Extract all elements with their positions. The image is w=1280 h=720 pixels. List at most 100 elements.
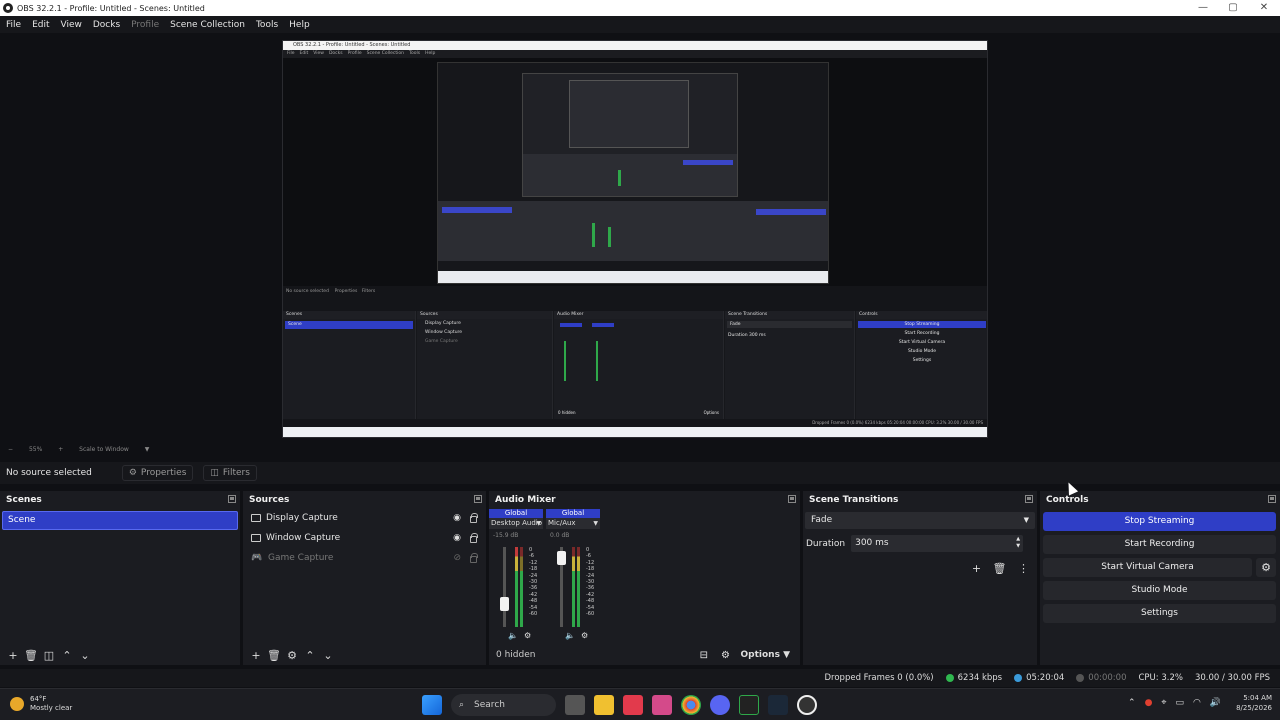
chrome-icon[interactable] [681, 695, 701, 715]
lock-icon[interactable] [470, 533, 478, 543]
scale-mode-dropdown-icon[interactable]: ▼ [145, 446, 150, 453]
lock-icon[interactable] [470, 553, 478, 563]
preview-area[interactable]: OBS 32.2.1 - Profile: Untitled - Scenes:… [0, 33, 1280, 443]
duration-spinbox[interactable]: 300 ms [851, 535, 1024, 552]
nested-taskbar-1 [438, 271, 828, 283]
visibility-eye-icon[interactable]: ◉ [453, 513, 461, 523]
itunes-icon[interactable] [652, 695, 672, 715]
scene-list-item[interactable]: Scene [2, 511, 238, 530]
task-view-icon[interactable] [565, 695, 585, 715]
move-source-down-button[interactable]: ⌄ [319, 649, 337, 662]
record-time-value: 00:00:00 [1088, 673, 1127, 683]
lock-icon[interactable] [470, 513, 478, 523]
zoom-out-icon[interactable]: − [8, 446, 13, 453]
undock-icon[interactable] [1268, 495, 1276, 503]
source-item[interactable]: Display Capture ◉ [243, 508, 486, 528]
volume-icon[interactable]: 🔊 [1210, 698, 1221, 708]
virtual-camera-settings-icon[interactable]: ⚙ [1256, 558, 1276, 577]
hidden-eye-icon[interactable]: ⊘ [453, 553, 461, 563]
speaker-icon[interactable]: 🔈 [508, 631, 518, 640]
tray-overflow-icon[interactable]: ⌃ [1128, 698, 1136, 708]
layout-toggle-icon[interactable]: ⊟ [700, 650, 708, 661]
tray-app-icon[interactable]: ● [1145, 698, 1153, 708]
menu-profile[interactable]: Profile [131, 20, 159, 30]
level-meter-left [515, 547, 518, 627]
volume-fader-knob[interactable] [500, 597, 509, 612]
properties-button[interactable]: ⚙ Properties [121, 465, 194, 481]
source-name: Display Capture [266, 513, 338, 523]
speaker-icon[interactable]: 🔈 [565, 631, 575, 640]
menu-scene-collection[interactable]: Scene Collection [170, 20, 245, 30]
mixer-options-button[interactable]: Options ▼ [741, 650, 791, 660]
move-source-up-button[interactable]: ⌃ [301, 649, 319, 662]
source-item[interactable]: Window Capture ◉ [243, 528, 486, 548]
undock-icon[interactable] [1025, 495, 1033, 503]
menu-edit[interactable]: Edit [32, 20, 49, 30]
volume-fader-track[interactable] [503, 547, 506, 627]
channel-name-dropdown[interactable]: Mic/Aux [546, 518, 600, 529]
preview-canvas[interactable]: OBS 32.2.1 - Profile: Untitled - Scenes:… [282, 40, 988, 438]
nested-transitions-title: Scene Transitions [725, 311, 854, 319]
window-title: OBS 32.2.1 - Profile: Untitled - Scenes:… [17, 3, 205, 13]
undock-icon[interactable] [228, 495, 236, 503]
channel-settings-icon[interactable]: ⚙ [581, 631, 588, 640]
level-meter-right [520, 547, 523, 627]
channel-settings-icon[interactable]: ⚙ [524, 631, 531, 640]
nvidia-icon[interactable] [739, 695, 759, 715]
menu-help[interactable]: Help [289, 20, 310, 30]
advanced-audio-icon[interactable]: ⚙ [721, 650, 730, 661]
hidden-count[interactable]: 0 hidden [496, 650, 535, 660]
studio-mode-button[interactable]: Studio Mode [1043, 581, 1276, 600]
scale-mode-select[interactable]: Scale to Window [79, 446, 129, 453]
taskbar-clock[interactable]: 5:04 AM 8/25/2026 [1236, 693, 1272, 713]
tray-location-icon[interactable]: ⌖ [1161, 698, 1166, 708]
add-source-button[interactable]: + [247, 649, 265, 662]
filters-button[interactable]: ◫ Filters [203, 465, 257, 481]
move-scene-up-button[interactable]: ⌃ [58, 649, 76, 662]
source-item[interactable]: 🎮 Game Capture ⊘ [243, 548, 486, 568]
add-transition-button[interactable]: + [972, 562, 981, 575]
close-button[interactable]: ✕ [1249, 0, 1279, 16]
menu-view[interactable]: View [61, 20, 82, 30]
stop-streaming-button[interactable]: Stop Streaming [1043, 512, 1276, 531]
obs-taskbar-icon[interactable] [797, 695, 817, 715]
sources-dock: Sources Display Capture ◉ Window Capture… [243, 491, 486, 665]
undock-icon[interactable] [474, 495, 482, 503]
wifi-icon[interactable]: ◠ [1193, 698, 1201, 708]
remove-transition-button[interactable]: 🗑 [993, 562, 1007, 575]
volume-fader-knob[interactable] [557, 550, 566, 565]
start-icon[interactable] [422, 695, 442, 715]
maximize-button[interactable]: ▢ [1218, 0, 1248, 16]
duration-row: Duration 300 ms [803, 535, 1037, 552]
transition-menu-button[interactable]: ⋮ [1018, 562, 1029, 575]
start-recording-button[interactable]: Start Recording [1043, 535, 1276, 554]
channel-name-dropdown[interactable]: Desktop Audio [489, 518, 543, 529]
weather-widget[interactable]: 64°F Mostly clear [10, 695, 72, 713]
scenes-toolbar: + 🗑 ◫ ⌃ ⌄ [0, 645, 240, 665]
add-scene-button[interactable]: + [4, 649, 22, 662]
scene-filters-button[interactable]: ◫ [40, 649, 58, 662]
remove-source-button[interactable]: 🗑 [265, 649, 283, 662]
file-explorer-icon[interactable] [594, 695, 614, 715]
music-app-icon[interactable] [623, 695, 643, 715]
menu-tools[interactable]: Tools [256, 20, 278, 30]
settings-button[interactable]: Settings [1043, 604, 1276, 623]
minimize-button[interactable]: — [1188, 0, 1218, 16]
zoom-in-icon[interactable]: + [58, 446, 63, 453]
menu-file[interactable]: File [6, 20, 21, 30]
source-properties-button[interactable]: ⚙ [283, 649, 301, 662]
taskbar-search[interactable]: ⌕ Search [451, 694, 556, 716]
nested-mixer-dock: Audio Mixer 0 hidden Options [554, 311, 724, 419]
nested-studio: Studio Mode [907, 349, 937, 354]
transition-select[interactable]: Fade [805, 512, 1035, 529]
menu-docks[interactable]: Docks [93, 20, 120, 30]
steam-icon[interactable] [768, 695, 788, 715]
undock-icon[interactable] [788, 495, 796, 503]
nested-controls-dock: Controls Stop Streaming Start Recording … [856, 311, 987, 419]
move-scene-down-button[interactable]: ⌄ [76, 649, 94, 662]
network-icon[interactable]: ▭ [1176, 698, 1185, 708]
visibility-eye-icon[interactable]: ◉ [453, 533, 461, 543]
start-virtual-camera-button[interactable]: Start Virtual Camera [1043, 558, 1252, 577]
discord-icon[interactable] [710, 695, 730, 715]
remove-scene-button[interactable]: 🗑 [22, 649, 40, 662]
